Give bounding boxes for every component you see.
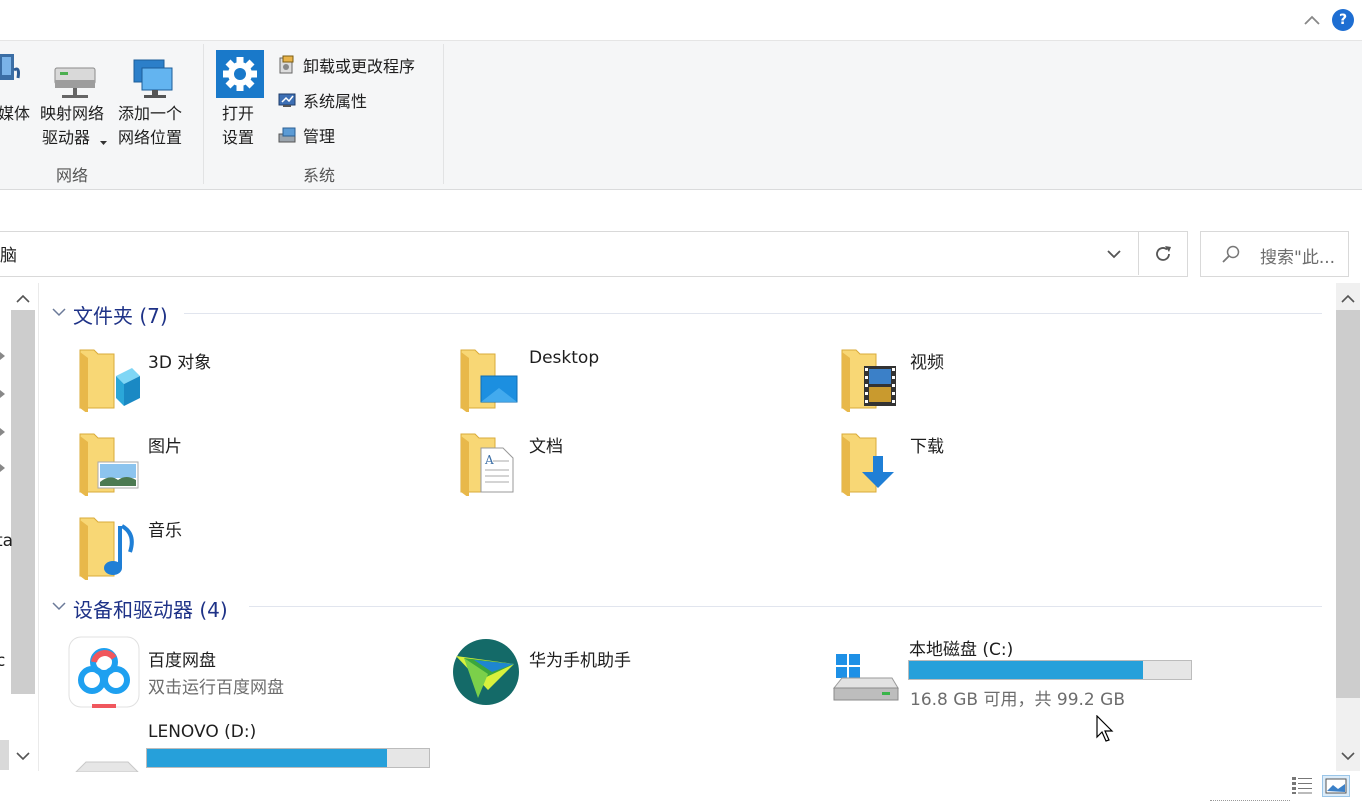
folders-section-header[interactable]: 文件夹 (7) <box>73 300 168 329</box>
svg-text:A: A <box>484 453 494 467</box>
videos-folder-icon <box>841 349 896 412</box>
nav-selected-item[interactable] <box>0 740 9 770</box>
system-group-label: 系统 <box>303 166 336 185</box>
d-drive-item[interactable]: LENOVO (D:) <box>66 720 436 772</box>
devices-section-header[interactable]: 设备和驱动器 (4) <box>73 594 228 623</box>
chevron-down-icon <box>1107 250 1121 259</box>
dropdown-arrow-icon <box>100 132 108 145</box>
scroll-down-icon[interactable] <box>1337 747 1359 765</box>
system-properties-icon <box>277 90 297 110</box>
settings-gear-icon <box>216 50 264 98</box>
nav-scroll-down-icon[interactable] <box>12 747 34 765</box>
ribbon-separator <box>443 44 444 184</box>
nav-scroll-up-icon[interactable] <box>12 290 34 308</box>
open-settings-label-1[interactable]: 打开 <box>222 102 254 126</box>
d-drive-usage-fill <box>147 749 387 767</box>
baidu-netdisk-description: 双击运行百度网盘 <box>148 678 284 698</box>
network-location-icon <box>130 56 178 100</box>
large-icons-view-icon[interactable] <box>1322 775 1350 797</box>
nav-expand-arrows[interactable] <box>0 352 8 482</box>
documents-folder-icon: A <box>460 433 514 496</box>
nav-item-partial[interactable]: ta <box>0 531 13 551</box>
status-bar-dotted-edge <box>1210 800 1290 802</box>
search-icon <box>1220 243 1242 265</box>
c-drive-item[interactable]: 本地磁盘 (C:) 16.8 GB 可用，共 99.2 GB <box>830 630 1200 714</box>
folder-item[interactable]: 3D 对象 <box>72 340 372 416</box>
folder-name: 3D 对象 <box>148 353 212 373</box>
search-placeholder: 搜索"此... <box>1260 248 1336 268</box>
add-location-label-1[interactable]: 添加一个 <box>118 102 182 126</box>
music-folder-icon <box>79 517 134 580</box>
nav-scrollbar-thumb[interactable] <box>11 310 35 694</box>
baidu-netdisk-icon <box>68 636 140 708</box>
title-strip <box>0 0 1362 41</box>
network-group-label: 网络 <box>56 166 89 185</box>
section-divider <box>184 313 1322 314</box>
toolbar-spacer <box>0 190 1362 228</box>
desktop-folder-icon <box>460 349 518 412</box>
downloads-folder-icon <box>841 433 894 496</box>
huawei-hisuite-name: 华为手机助手 <box>529 651 631 671</box>
folder-item[interactable]: 音乐 <box>72 508 372 584</box>
windows-drive-icon <box>832 654 899 701</box>
section-collapse-icon[interactable] <box>50 304 68 320</box>
folder-item[interactable]: 下载 <box>834 424 1134 500</box>
folder-name: 下载 <box>910 437 944 457</box>
address-path-text: 脑 <box>0 246 17 266</box>
manage-command[interactable]: 管理 <box>303 123 335 147</box>
scroll-up-icon[interactable] <box>1337 290 1359 308</box>
folder-item[interactable]: 图片 <box>72 424 372 500</box>
section-collapse-icon[interactable] <box>50 598 68 614</box>
chevron-up-icon <box>1304 15 1320 25</box>
nav-item-partial[interactable]: c <box>0 651 5 671</box>
content-scrollbar-thumb[interactable] <box>1336 310 1360 698</box>
folder-item[interactable]: Desktop <box>453 340 753 416</box>
pane-divider[interactable] <box>38 283 39 771</box>
d-drive-usage-bar <box>146 748 430 768</box>
huawei-hisuite-icon <box>453 639 519 705</box>
uninstall-command[interactable]: 卸载或更改程序 <box>303 53 415 77</box>
open-settings-label-2[interactable]: 设置 <box>222 126 254 150</box>
add-location-label-2[interactable]: 网络位置 <box>118 126 182 150</box>
c-drive-free-space: 16.8 GB 可用，共 99.2 GB <box>910 690 1125 710</box>
folder-item[interactable]: 视频 <box>834 340 1134 416</box>
3d-objects-folder-icon <box>79 349 140 412</box>
folder-name: 图片 <box>148 437 182 457</box>
folder-name: 文档 <box>529 437 563 457</box>
refresh-icon <box>1156 246 1171 261</box>
collapse-ribbon-button[interactable] <box>1300 8 1324 32</box>
folder-name: Desktop <box>529 348 600 368</box>
status-bar <box>0 772 1362 804</box>
huawei-hisuite-item[interactable]: 华为手机助手 <box>452 634 752 710</box>
help-button[interactable]: ? <box>1332 9 1354 31</box>
folder-item[interactable]: A 文档 <box>453 424 753 500</box>
manage-icon <box>277 125 297 145</box>
map-drive-label-2[interactable]: 驱动器 <box>42 126 90 150</box>
baidu-netdisk-item[interactable]: 百度网盘 双击运行百度网盘 <box>66 634 406 710</box>
d-drive-name: LENOVO (D:) <box>148 722 257 742</box>
ribbon <box>0 41 1362 190</box>
refresh-button[interactable] <box>1148 240 1178 268</box>
address-history-button[interactable] <box>1100 240 1128 268</box>
media-icon <box>0 50 22 90</box>
folder-name: 音乐 <box>148 521 182 541</box>
system-properties-command[interactable]: 系统属性 <box>303 88 367 112</box>
map-drive-label-1[interactable]: 映射网络 <box>40 102 104 126</box>
uninstall-icon <box>277 55 297 75</box>
folder-name: 视频 <box>910 353 944 373</box>
details-view-icon[interactable] <box>1290 775 1314 795</box>
baidu-netdisk-name: 百度网盘 <box>148 651 216 671</box>
pictures-folder-icon <box>79 433 139 496</box>
c-drive-usage-bar <box>908 660 1192 680</box>
address-bar[interactable] <box>0 231 1188 277</box>
drive-icon <box>75 761 139 772</box>
address-divider <box>1138 232 1139 275</box>
section-divider <box>249 606 1322 607</box>
network-drive-icon <box>52 62 100 102</box>
c-drive-usage-fill <box>909 661 1144 679</box>
ribbon-separator <box>203 44 204 184</box>
c-drive-name: 本地磁盘 (C:) <box>909 640 1014 660</box>
media-button-label[interactable]: 媒体 <box>0 102 30 126</box>
mouse-cursor-icon <box>1096 714 1116 743</box>
